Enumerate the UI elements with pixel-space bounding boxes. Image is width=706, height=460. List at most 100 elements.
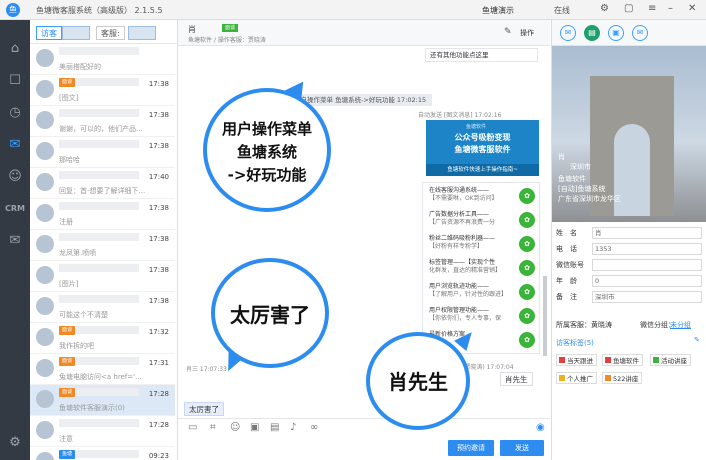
crm-icon[interactable]: CRM [4,198,26,220]
tab-customer[interactable]: 客服: [96,26,125,40]
send-button[interactable]: 发送 [500,440,544,456]
promo-line1: 公众号吸粉变现 [454,133,511,142]
customer-filter-input[interactable] [128,26,156,40]
tag-label: 当天跟进 [567,357,593,365]
session-item[interactable]: 美丽搭配好的 [30,44,175,75]
session-item[interactable]: 17:38 [图片] [30,261,175,292]
profile-field: 备 注 深圳市 [556,290,704,304]
preset-invite-button[interactable]: 预约邀请 [448,440,494,456]
session-item[interactable]: 17:38 [图文] 面谈 [30,75,175,106]
settings-icon[interactable]: ⚙ [600,3,609,14]
profile-field-input[interactable]: 1353 [592,243,702,255]
session-name [59,171,139,179]
tag-chip[interactable]: 活动讲座 [650,354,691,366]
translate-icon[interactable]: ◉ [536,422,545,433]
tab-profile-icon[interactable]: ▤ [584,25,600,41]
session-time: 17:28 [148,390,169,398]
avatar [36,80,54,98]
session-item[interactable]: 17:38 谢谢，可以的，他们产品... [30,106,175,137]
tab-gallery-icon[interactable]: ▣ [608,25,624,41]
menu-icon[interactable]: ≡ [648,3,656,14]
home-icon[interactable]: ⌂ [4,38,26,60]
session-time: 17:28 [148,421,169,429]
title-bar: 鱼 鱼塘微客服系统（高级版） 2.1.5.5 鱼塘演示 在线 ⚙ ▢ ≡ – ✕ [0,0,706,20]
contacts-icon[interactable]: ☺ [4,166,26,188]
visitor-filter-input[interactable] [62,26,90,40]
session-item[interactable]: 17:28 注意 [30,416,175,447]
close-icon[interactable]: ✕ [688,3,696,14]
avatar [36,235,54,253]
session-time: 17:38 [148,204,169,212]
callout-menu-line2: 鱼塘系统 [236,143,297,161]
tab-visitor[interactable]: 访客 [36,26,62,40]
session-item[interactable]: 17:38 注册 [30,199,175,230]
feature-item-icon: ✿ [519,188,535,204]
feature-item[interactable]: 用户权限管理功能—— 【你依你们，专人专事，保 [429,307,517,323]
settings-gear-icon[interactable]: ⚙ [4,432,26,454]
current-user[interactable]: 鱼塘演示 [482,5,514,16]
session-item[interactable]: 17:28 鱼塘软件客服演示(0) 面谈 [30,385,175,416]
operations-menu[interactable]: 操作 [520,28,534,38]
template-icon[interactable]: ▤ [270,422,279,433]
session-item[interactable]: 17:38 那哈哈 [30,137,175,168]
emoji-icon[interactable]: ☺ [230,422,240,433]
photo-source: 深圳市 [570,163,591,171]
session-preview: 可能这个不清楚 [59,311,108,319]
tag-chip[interactable]: 个人推广 [556,372,597,384]
message-input[interactable] [178,436,550,460]
tag-chip[interactable]: 鱼塘软件 [602,354,643,366]
session-item[interactable]: 17:38 可能这个不清楚 [30,292,175,323]
session-name [59,264,139,272]
session-item[interactable]: 09:23 鱼塘 [30,447,175,460]
feature-item-icon: ✿ [519,212,535,228]
callout-mr-xiao-text: 肖先生 [388,370,448,394]
tag-chip[interactable]: 522讲座 [602,372,643,384]
profile-field-label: 年 龄 [556,277,577,285]
session-preview: 注意 [59,435,73,443]
feature-item-icon: ✿ [519,332,535,348]
feature-item[interactable]: 广告数据分析工具—— 【广告资源不再浪费一分 [429,211,517,227]
session-badge: 面谈 [59,357,76,366]
session-time: 17:38 [148,235,169,243]
chat-icon[interactable]: ☐ [4,70,26,92]
tag-chip[interactable]: 当天跟进 [556,354,597,366]
profile-field-input[interactable]: 深圳市 [592,291,702,303]
restore-icon[interactable]: ▢ [624,3,633,14]
conversations-icon[interactable]: ✉ [4,134,26,156]
promo-card[interactable]: 鱼塘软件 公众号吸粉变现 鱼塘微客服软件 鱼塘软件快速上手操作指南~ [426,120,539,176]
chat-scrollbar[interactable] [543,276,547,356]
session-item[interactable]: 17:32 我作拆的吧 面谈 [30,323,175,354]
session-name [59,202,139,210]
mail-icon[interactable]: ✉ [4,230,26,252]
avatar [36,452,54,460]
profile-field-input[interactable]: 肖 [592,227,702,239]
edit-icon[interactable]: ✎ [504,27,512,37]
session-item[interactable]: 17:31 兔塘电脑访问<a href='... 面谈 [30,354,175,385]
session-item[interactable]: 17:40 回复：首-想要了解详细下... [30,168,175,199]
session-time: 09:23 [148,452,169,460]
mic-icon[interactable]: ♪ [290,422,296,433]
link-icon[interactable]: ∞ [310,422,318,433]
profile-field-input[interactable]: 0 [592,275,702,287]
avatar [36,266,54,284]
crop-icon[interactable]: ⌗ [210,422,216,433]
feature-item[interactable]: 在线客服沟通系统—— 【不需要咻，OK到访问】 [429,187,517,203]
minimize-icon[interactable]: – [668,3,673,14]
session-badge: 面谈 [59,388,76,397]
image-icon[interactable]: ▣ [250,422,259,433]
feature-item[interactable]: 用户浏览轨迹功能—— 【了解用户，针对性的跟进】 [429,283,517,299]
photo-source2: 鱼塘软件 [558,175,586,183]
status-select[interactable]: 在线 [554,5,570,16]
profile-field-input[interactable] [592,259,702,271]
feature-item[interactable]: 标签管理——【实现个性 化群发，直达的精准营销】 [429,259,517,275]
tags-title: 访客标签(5) [556,339,594,347]
session-item[interactable]: 17:38 龙凤第.喷喷 [30,230,175,261]
folder-icon[interactable]: ▭ [188,422,197,433]
edit-tags-icon[interactable]: ✎ [694,336,700,344]
history-icon[interactable]: ◷ [4,102,26,124]
session-time: 17:32 [148,328,169,336]
group-link[interactable]: 未分组 [670,320,691,330]
tab-mail-icon[interactable]: ✉ [632,25,648,41]
feature-item[interactable]: 粉丝二维码吸粉利器—— 【好粉有样专粉学】 [429,235,517,251]
tab-chat-icon[interactable]: ✉ [560,25,576,41]
